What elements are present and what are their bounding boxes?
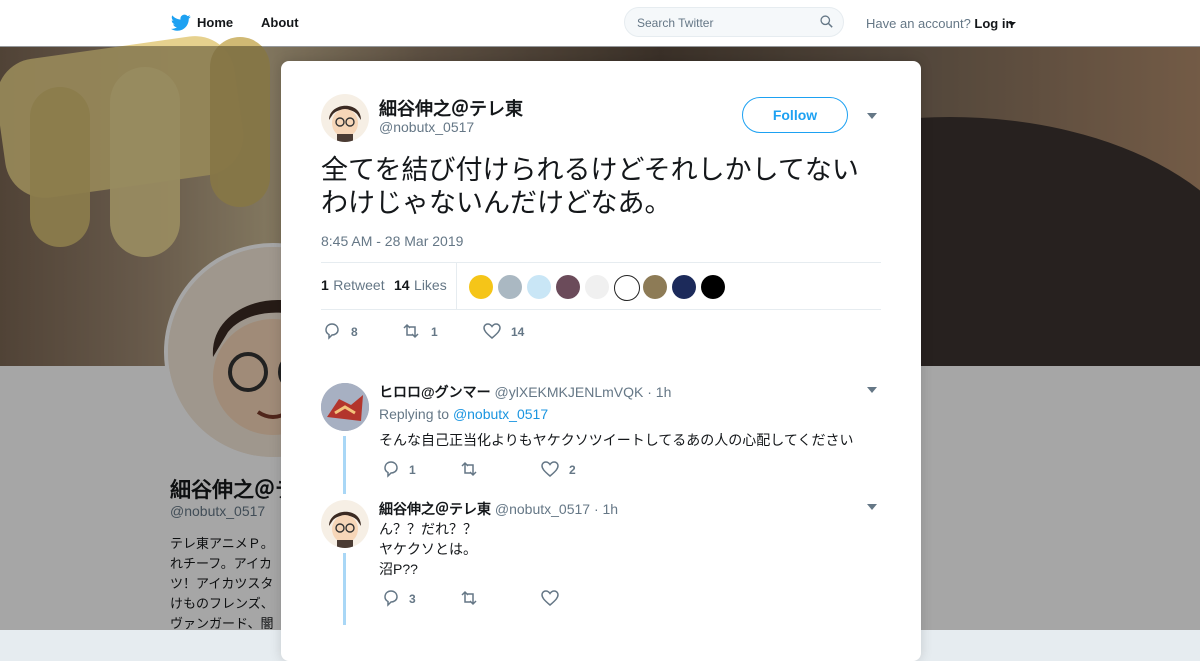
reply-header: ヒロロ@グンマー @ylXEKMKJENLmVQK · 1h [379, 382, 671, 402]
liker-avatar[interactable] [469, 275, 493, 299]
reply-author-handle[interactable]: @nobutx_0517 [495, 501, 590, 517]
replying-to-handle[interactable]: @nobutx_0517 [453, 406, 548, 422]
search-icon[interactable] [820, 15, 833, 28]
reply-author-name[interactable]: 細谷伸之＠テレ東 [379, 501, 491, 517]
close-icon[interactable] [1154, 12, 1178, 36]
replying-to: Replying to @nobutx_0517 [379, 406, 549, 422]
reply-count: 1 [409, 463, 416, 477]
reply-text: ん？？だれ？？ ヤケクソとは。 沼P?? [379, 521, 477, 577]
search-placeholder: Search Twitter [637, 16, 714, 30]
chevron-down-icon[interactable] [867, 504, 877, 510]
likes-stat[interactable]: 14 Likes [394, 277, 447, 295]
retweet-stat[interactable]: 1 Retweet [321, 277, 385, 295]
liker-avatar[interactable] [556, 275, 580, 299]
reply-text: そんな自己正当化よりもヤケクソツイートしてるあの人の心配してください [379, 432, 854, 448]
reply-time[interactable]: · 1h [594, 501, 618, 517]
liker-avatar[interactable] [498, 275, 522, 299]
nav-about[interactable]: About [261, 15, 299, 30]
author-handle[interactable]: @nobutx_0517 [379, 119, 474, 135]
account-prompt: Have an account? Log in [866, 16, 1014, 31]
follow-button[interactable]: Follow [742, 97, 848, 133]
nav-home[interactable]: Home [197, 15, 233, 30]
reply-icon[interactable] [382, 460, 400, 478]
tweet-modal: 細谷伸之＠テレ東 @nobutx_0517 Follow 全てを結び付けられるけ… [281, 61, 921, 661]
liker-avatar[interactable] [527, 275, 551, 299]
reply-avatar[interactable] [321, 500, 369, 548]
chevron-down-icon[interactable] [867, 113, 877, 119]
retweet-icon[interactable] [402, 322, 420, 340]
reply-author-name[interactable]: ヒロロ@グンマー [379, 384, 491, 400]
tweet-stats: 1 Retweet 14 Likes [321, 262, 881, 310]
chevron-down-icon[interactable] [867, 387, 877, 393]
reply-count: 8 [351, 325, 358, 339]
like-count: 2 [569, 463, 576, 477]
author-name[interactable]: 細谷伸之＠テレ東 [379, 95, 523, 121]
chevron-down-icon[interactable] [1008, 22, 1016, 26]
like-icon[interactable] [541, 589, 559, 607]
like-icon[interactable] [483, 322, 501, 340]
reply-avatar[interactable] [321, 383, 369, 431]
reply-header: 細谷伸之＠テレ東 @nobutx_0517 · 1h [379, 499, 618, 519]
author-avatar[interactable] [321, 94, 369, 142]
reply-time[interactable]: · 1h [647, 384, 671, 400]
reply-icon[interactable] [323, 322, 341, 340]
like-count: 14 [511, 325, 525, 339]
liker-avatar[interactable] [585, 275, 609, 299]
retweet-count: 1 [431, 325, 438, 339]
reply-count: 3 [409, 592, 416, 606]
reply-author-handle[interactable]: @ylXEKMKJENLmVQK [495, 384, 644, 400]
like-icon[interactable] [541, 460, 559, 478]
liker-avatar[interactable] [643, 275, 667, 299]
retweet-icon[interactable] [460, 589, 478, 607]
search-input[interactable]: Search Twitter [624, 7, 844, 37]
retweet-icon[interactable] [460, 460, 478, 478]
liker-avatar[interactable] [701, 275, 725, 299]
tweet-text: 全てを結び付けられるけどそれしかしてないわけじゃないんだけどなあ。 [321, 155, 859, 218]
twitter-logo-icon[interactable] [171, 14, 191, 32]
reply-icon[interactable] [382, 589, 400, 607]
tweet-timestamp[interactable]: 8:45 AM - 28 Mar 2019 [321, 233, 463, 249]
liker-avatar[interactable] [614, 275, 640, 301]
liker-avatar[interactable] [672, 275, 696, 299]
